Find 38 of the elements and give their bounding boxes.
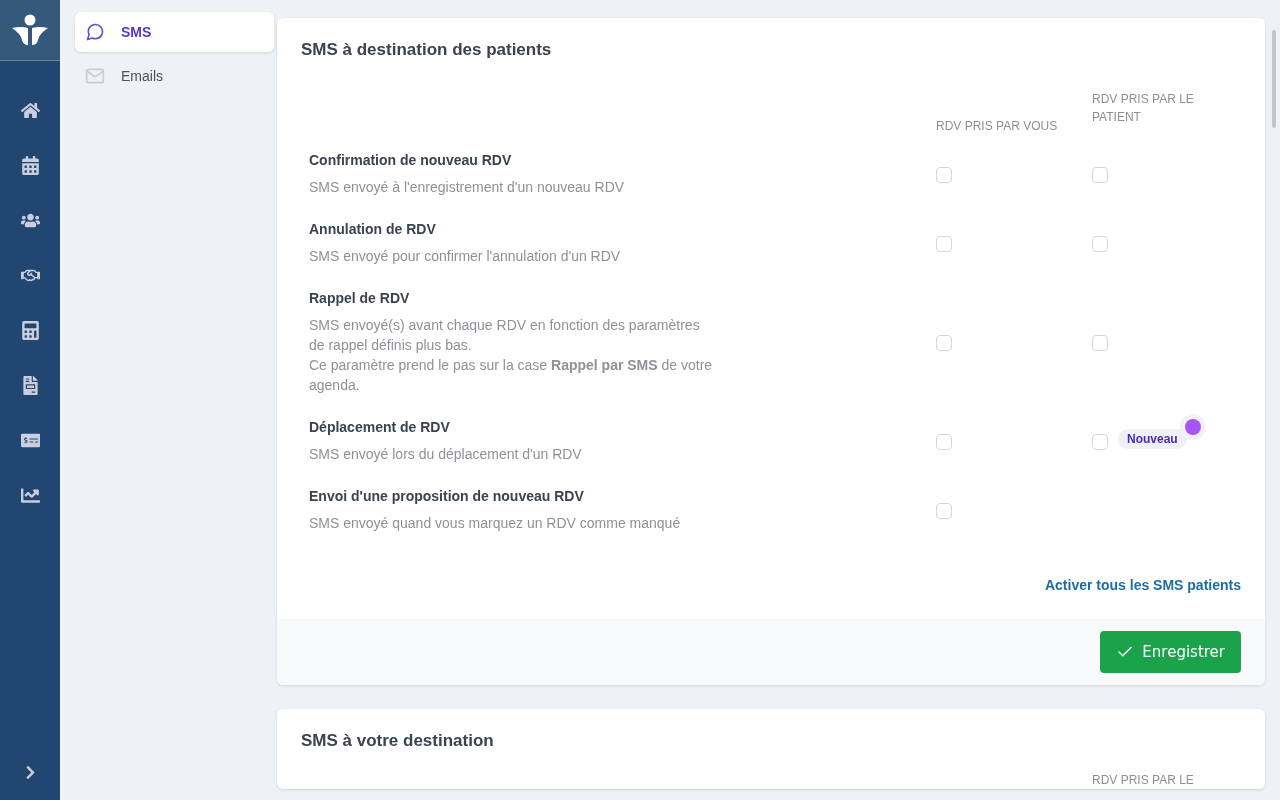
logo-icon [11, 14, 49, 46]
column-header: RDV PRIS PAR LE PATIENT [1092, 91, 1195, 126]
setting-description: SMS envoyé(s) avant chaque RDV en fonction des paramètres de rappel définis plus bas. Ce paramètre prend le pas sur la case Rappel par SMS de votre agenda. [309, 316, 714, 395]
section-title: SMS à votre destination [301, 731, 495, 751]
money-check-icon [20, 431, 40, 450]
checkbox[interactable] [936, 235, 952, 252]
subnav-item[interactable]: Emails [75, 56, 274, 96]
home-icon [20, 101, 40, 120]
column-header: RDV PRIS PAR LE [1092, 772, 1195, 789]
users-icon [20, 211, 40, 230]
calculator-icon [20, 321, 40, 340]
checkbox[interactable] [1092, 334, 1108, 351]
calendar-icon [20, 156, 40, 175]
checkbox[interactable] [1092, 433, 1108, 450]
setting-title: Envoi d'une proposition de nouveau RDV [309, 488, 585, 504]
checkbox[interactable] [936, 502, 952, 519]
scrollbar-thumb[interactable] [1272, 30, 1276, 128]
column-header: RDV PRIS PAR VOUS [936, 118, 1059, 135]
chat-bubble-icon [85, 22, 105, 42]
checkbox[interactable] [1092, 166, 1108, 183]
chart-icon [20, 486, 40, 505]
setting-title: Déplacement de RDV [309, 419, 451, 435]
setting-title: Confirmation de nouveau RDV [309, 152, 513, 168]
setting-title: Annulation de RDV [309, 221, 437, 237]
setting-description: SMS envoyé quand vous marquez un RDV comme manqué [309, 514, 682, 533]
activate-all-link[interactable]: Activer tous les SMS patients [1044, 577, 1241, 593]
setting-description: SMS envoyé pour confirmer l'annulation d'un RDV [309, 247, 622, 266]
checkbox[interactable] [936, 433, 952, 450]
setting-description: SMS envoyé lors du déplacement d'un RDV [309, 445, 583, 464]
document-icon [20, 376, 40, 395]
checkbox[interactable] [936, 166, 952, 183]
setting-description: SMS envoyé à l'enregistrement d'un nouveau RDV [309, 178, 626, 197]
checkbox[interactable] [1092, 235, 1108, 252]
setting-title: Rappel de RDV [309, 290, 411, 306]
envelope-icon [85, 66, 105, 86]
subnav-item[interactable]: SMS [75, 12, 274, 52]
checkbox[interactable] [936, 334, 952, 351]
section-title: SMS à destination des patients [301, 40, 553, 60]
